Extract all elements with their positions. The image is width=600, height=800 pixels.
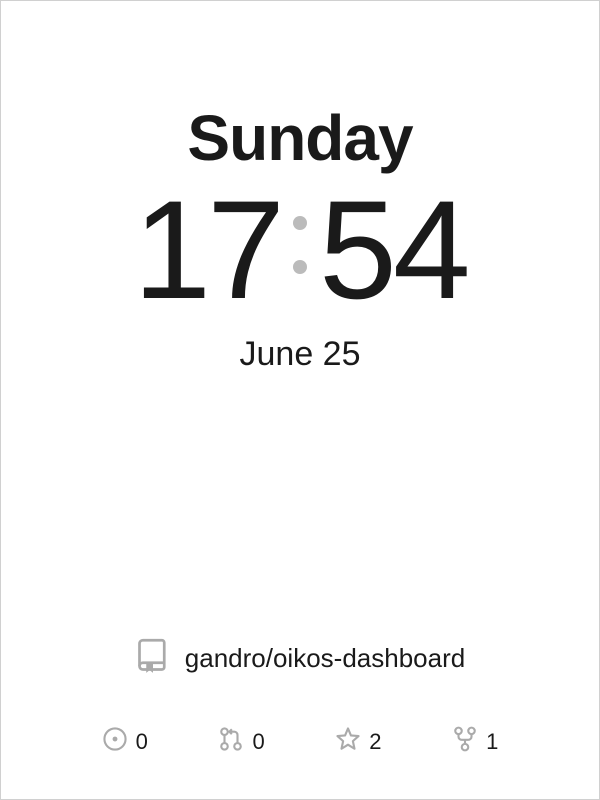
fork-icon [452,726,478,757]
issues-count: 0 [136,729,148,755]
pull-request-icon [218,726,244,757]
time-hours: 17 [133,180,281,320]
repo-section: gandro/oikos-dashboard [1,638,599,679]
stat-issues: 0 [102,726,148,757]
date-display: June 25 [1,335,599,374]
forks-count: 1 [486,729,498,755]
day-of-week: Sunday [1,101,599,175]
star-icon [335,726,361,757]
clock-section: Sunday 17 54 June 25 [1,101,599,374]
time-colon [293,216,307,284]
time-minutes: 54 [319,180,467,320]
stat-forks: 1 [452,726,498,757]
stat-pull-requests: 0 [218,726,264,757]
repo-icon [135,638,171,679]
stars-count: 2 [369,729,381,755]
stats-section: 0 0 2 [1,726,599,757]
stat-stars: 2 [335,726,381,757]
issue-icon [102,726,128,757]
time-display: 17 54 [1,180,599,320]
repo-name: gandro/oikos-dashboard [185,643,465,674]
pull-requests-count: 0 [252,729,264,755]
